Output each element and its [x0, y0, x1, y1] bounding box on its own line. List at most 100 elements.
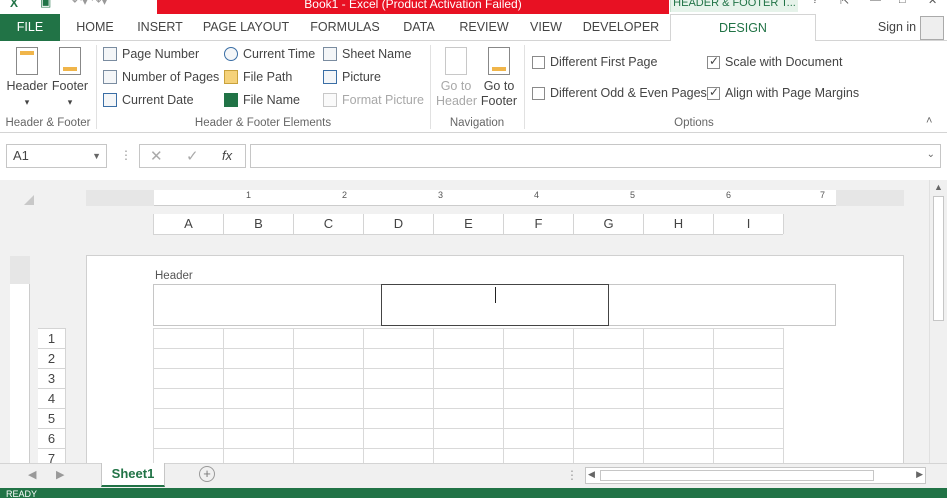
go-to-header-button[interactable]: Go to Header: [436, 47, 477, 109]
horizontal-scrollbar[interactable]: ◀ ▶: [585, 467, 926, 484]
current-date-button[interactable]: Current Date: [103, 93, 194, 107]
next-sheet-icon[interactable]: ▶: [56, 468, 64, 481]
tab-developer[interactable]: DEVELOPER: [578, 14, 664, 41]
row-headers: 1 2 3 4 5 6 7: [38, 328, 66, 463]
scroll-right-icon[interactable]: ▶: [916, 469, 923, 480]
different-odd-even-checkbox[interactable]: Different Odd & Even Pages: [532, 86, 707, 100]
tab-file[interactable]: FILE: [0, 14, 60, 41]
column-header[interactable]: H: [644, 214, 714, 234]
row-header[interactable]: 5: [38, 409, 65, 429]
column-header[interactable]: A: [154, 214, 224, 234]
row-header[interactable]: 4: [38, 389, 65, 409]
picture-button[interactable]: Picture: [323, 70, 381, 84]
row-header[interactable]: 7: [38, 449, 65, 463]
maximize-icon[interactable]: □: [899, 0, 906, 6]
row-header[interactable]: 1: [38, 329, 65, 349]
undo-icon[interactable]: ↶▾ ↷▾: [72, 0, 108, 8]
folder-icon: [224, 70, 238, 84]
tab-review[interactable]: REVIEW: [452, 14, 516, 41]
file-path-button[interactable]: File Path: [224, 70, 292, 84]
number-of-pages-label: Number of Pages: [122, 70, 220, 84]
close-icon[interactable]: ✕: [928, 0, 937, 7]
header-right-section[interactable]: [609, 285, 835, 325]
tab-page-layout[interactable]: PAGE LAYOUT: [196, 14, 296, 41]
collapse-ribbon-icon[interactable]: ˄: [926, 115, 932, 127]
scroll-thumb[interactable]: [933, 196, 944, 321]
excel-file-icon: [224, 93, 238, 107]
row-header[interactable]: 2: [38, 349, 65, 369]
page-number-label: Page Number: [122, 47, 200, 61]
column-header[interactable]: B: [224, 214, 294, 234]
column-header[interactable]: I: [714, 214, 784, 234]
sign-in-link[interactable]: Sign in: [872, 14, 922, 41]
tab-design[interactable]: DESIGN: [670, 14, 816, 42]
checkbox-unchecked[interactable]: [532, 86, 545, 100]
scale-with-document-checkbox[interactable]: Scale with Document: [707, 54, 842, 69]
help-icon[interactable]: ?: [812, 0, 818, 6]
vertical-scrollbar[interactable]: ▲: [929, 180, 947, 463]
page-number-button[interactable]: Page Number: [103, 47, 199, 61]
scroll-up-icon[interactable]: ▲: [934, 182, 943, 192]
tab-formulas[interactable]: FORMULAS: [302, 14, 388, 41]
page-number-icon: [103, 47, 117, 61]
current-time-label: Current Time: [243, 47, 316, 61]
scroll-left-icon[interactable]: ◀: [588, 469, 595, 480]
add-sheet-icon[interactable]: +: [199, 466, 215, 482]
scroll-thumb[interactable]: [600, 470, 874, 481]
tab-home[interactable]: HOME: [64, 14, 126, 41]
sheet-name-button[interactable]: Sheet Name: [323, 47, 411, 61]
column-header[interactable]: E: [434, 214, 504, 234]
chevron-down-icon[interactable]: ▼: [92, 145, 101, 167]
row-header[interactable]: 6: [38, 429, 65, 449]
number-of-pages-button[interactable]: Number of Pages: [103, 70, 219, 84]
ribbon-options-icon[interactable]: ⇱: [840, 0, 849, 7]
footer-button-label: Footer: [51, 79, 89, 93]
formula-input[interactable]: ⌄: [250, 144, 941, 168]
clock-icon: [224, 47, 238, 61]
align-page-margins-checkbox[interactable]: Align with Page Margins: [707, 85, 859, 100]
calendar-icon: [103, 93, 117, 107]
prev-sheet-icon[interactable]: ◀: [28, 468, 36, 481]
header-center-section[interactable]: [381, 284, 609, 326]
file-name-label: File Name: [243, 93, 300, 107]
save-icon[interactable]: ▣: [40, 0, 51, 9]
tab-view[interactable]: VIEW: [524, 14, 568, 41]
column-header[interactable]: F: [504, 214, 574, 234]
checkbox-unchecked[interactable]: [532, 55, 545, 69]
sheet-tab-active[interactable]: Sheet1: [101, 463, 165, 487]
column-header[interactable]: G: [574, 214, 644, 234]
row-header[interactable]: 3: [38, 369, 65, 389]
go-to-footer-button[interactable]: Go to Footer: [478, 47, 520, 109]
tab-data[interactable]: DATA: [394, 14, 444, 41]
tab-insert[interactable]: INSERT: [128, 14, 192, 41]
footer-button[interactable]: Footer ▾: [50, 47, 90, 110]
more-icon: ⋮: [566, 468, 578, 482]
minimize-icon[interactable]: —: [870, 0, 881, 6]
column-header[interactable]: C: [294, 214, 364, 234]
file-name-button[interactable]: File Name: [224, 93, 300, 107]
header-button[interactable]: Header ▾: [6, 47, 48, 110]
picture-label: Picture: [342, 70, 381, 84]
avatar[interactable]: [920, 16, 944, 40]
current-time-button[interactable]: Current Time: [224, 47, 315, 61]
ruler-margin-left: [86, 190, 154, 206]
column-header[interactable]: D: [364, 214, 434, 234]
checkbox-checked[interactable]: [707, 54, 720, 69]
name-box-value: A1: [13, 148, 29, 163]
select-all-corner[interactable]: [24, 195, 34, 205]
checkbox-checked[interactable]: [707, 85, 720, 100]
header-area: [153, 284, 836, 326]
sheet-tab-bar: ◀ ▶ Sheet1 + ⋮ ◀ ▶: [0, 463, 947, 488]
cancel-icon[interactable]: ✕: [150, 147, 163, 165]
header-left-section[interactable]: [154, 285, 381, 325]
ruler-mark: 5: [630, 190, 636, 200]
ruler-mark: 3: [438, 190, 444, 200]
name-box[interactable]: A1 ▼: [6, 144, 107, 168]
format-picture-button[interactable]: Format Picture: [323, 93, 424, 107]
number-of-pages-icon: [103, 70, 117, 84]
expand-formula-icon[interactable]: ⌄: [927, 149, 935, 160]
cell-grid[interactable]: [153, 328, 784, 463]
insert-function-icon[interactable]: fx: [222, 148, 232, 163]
different-first-page-checkbox[interactable]: Different First Page: [532, 55, 657, 69]
enter-icon[interactable]: ✓: [186, 147, 199, 165]
